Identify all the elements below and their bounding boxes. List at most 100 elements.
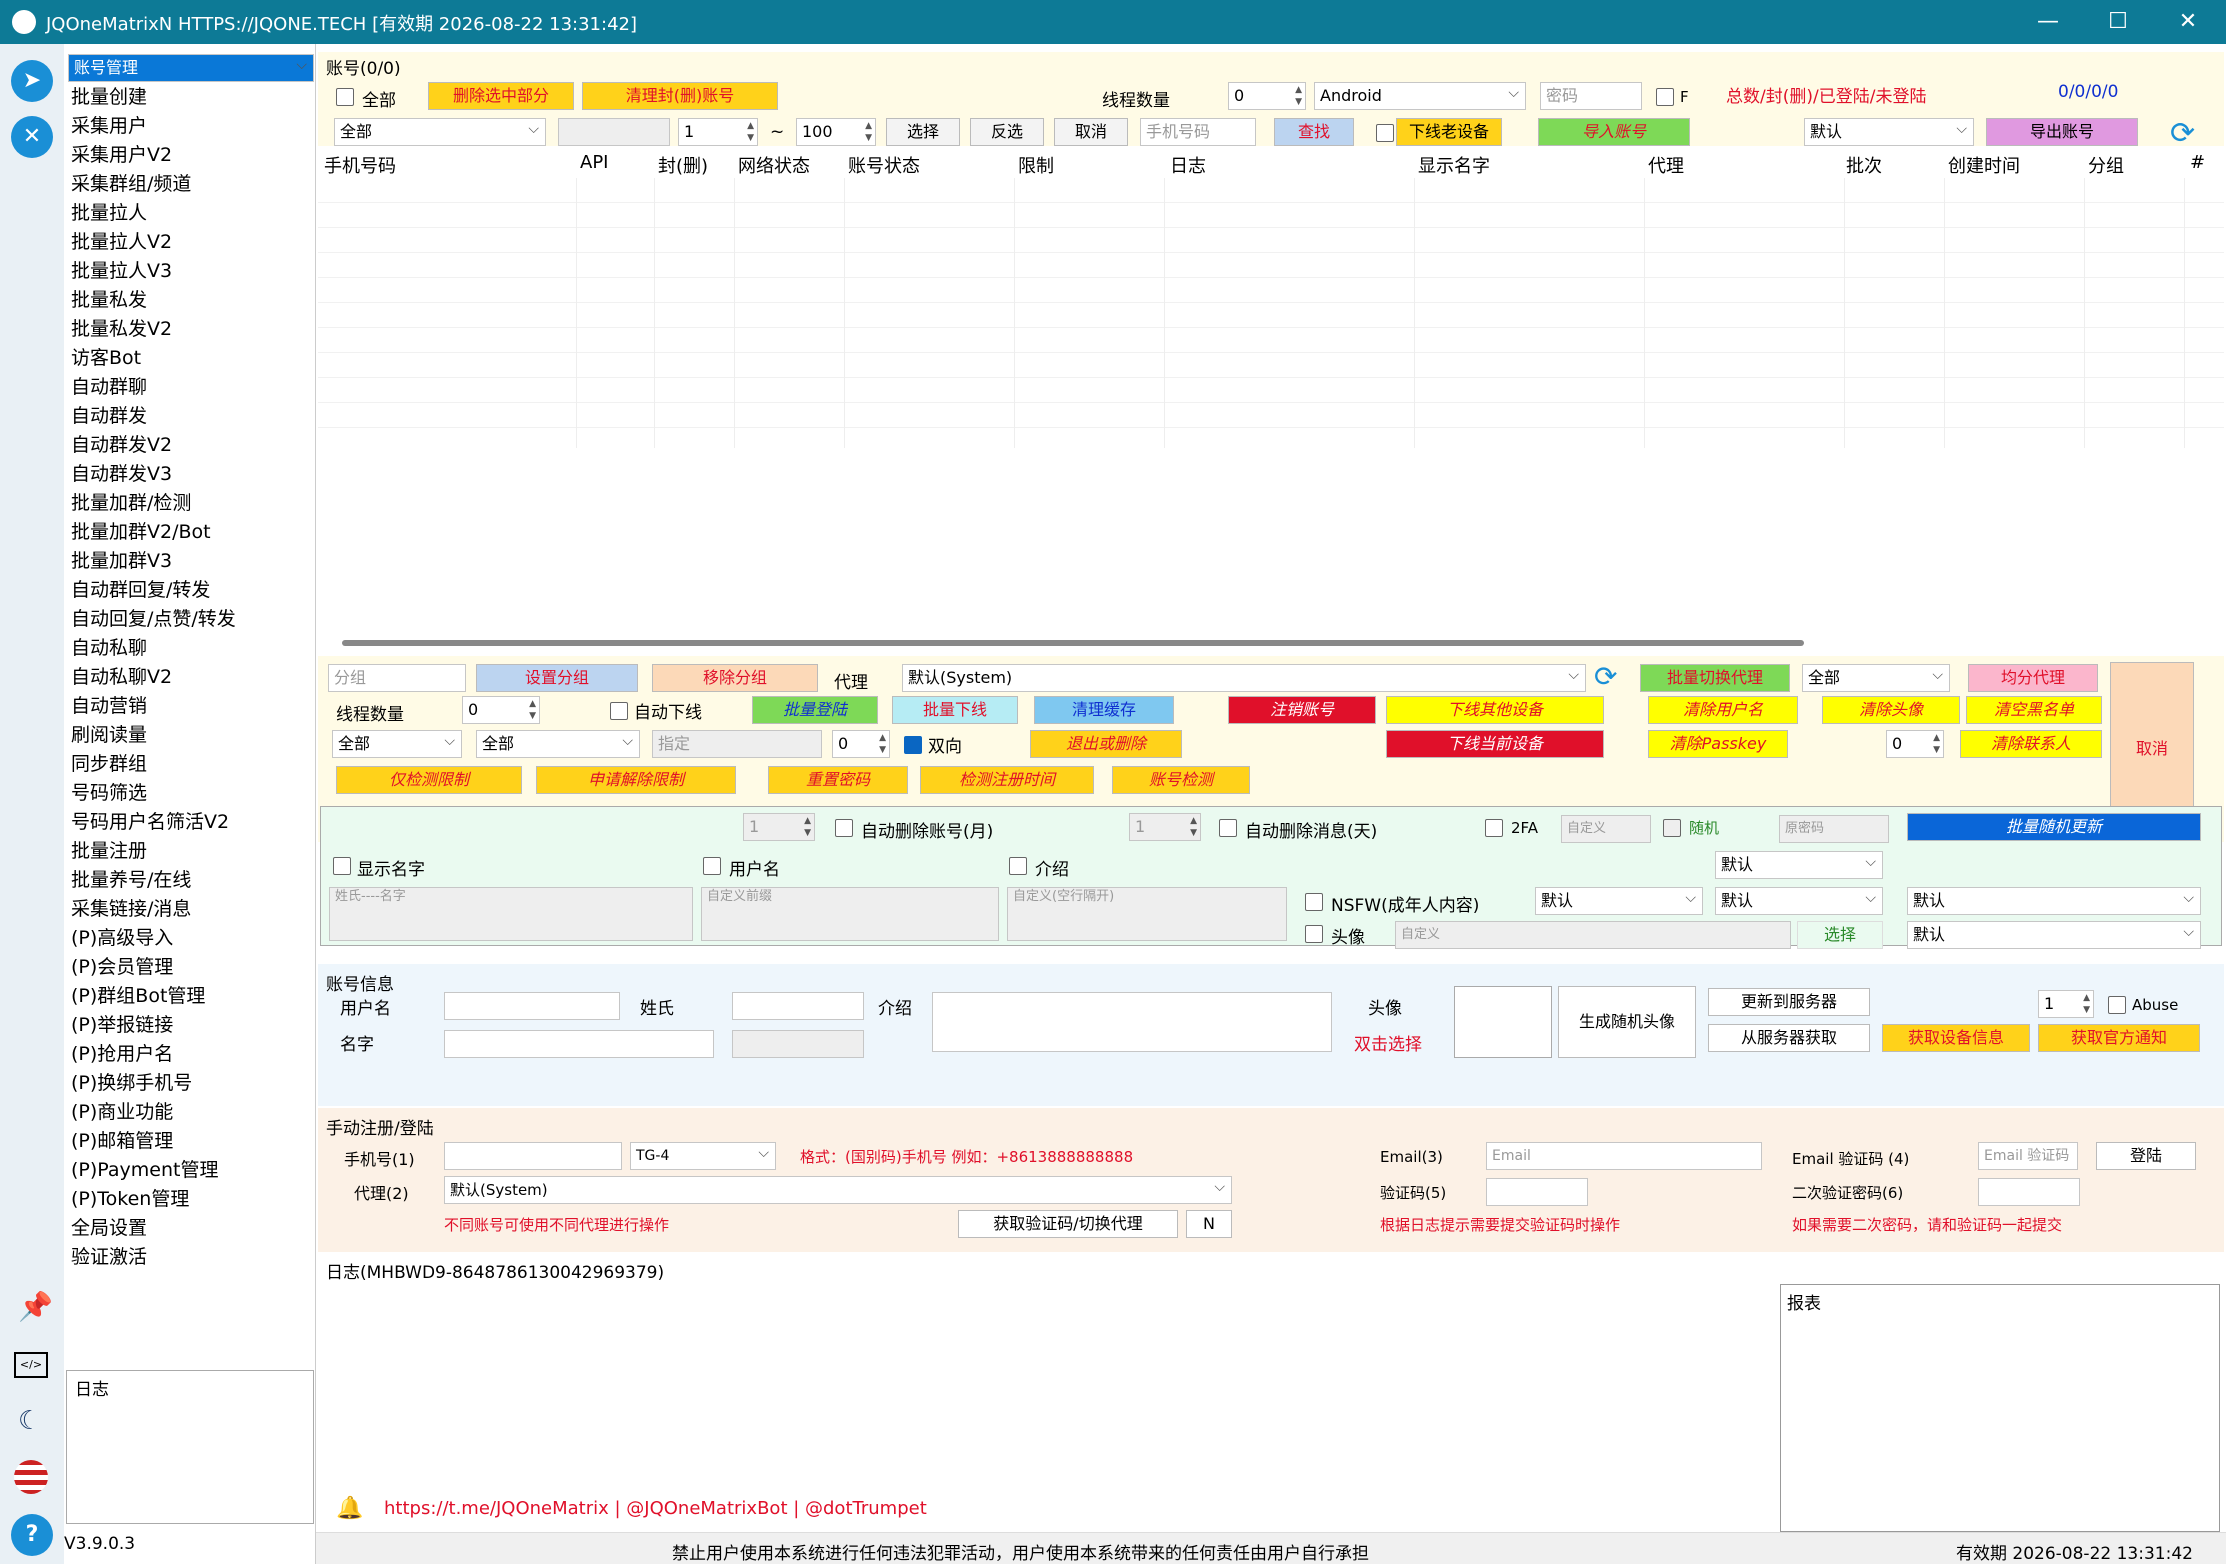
clear-contacts-button[interactable]: 清除联系人 bbox=[1960, 730, 2102, 758]
us-flag-icon[interactable] bbox=[14, 1460, 48, 1494]
offline-current-device-button[interactable]: 下线当前设备 bbox=[1386, 730, 1604, 758]
sidebar-item[interactable]: 号码筛选 bbox=[68, 779, 314, 807]
sidebar-item[interactable]: 批量私发 bbox=[68, 286, 314, 314]
clear-passkey-button[interactable]: 清除Passkey bbox=[1648, 730, 1788, 758]
group-input[interactable]: 分组 bbox=[328, 664, 466, 692]
code-input[interactable] bbox=[1486, 1178, 1588, 1206]
default-select-4[interactable]: 默认 bbox=[1907, 887, 2201, 915]
get-code-button[interactable]: 获取验证码/切换代理 bbox=[958, 1210, 1178, 1238]
code-icon[interactable]: </> bbox=[14, 1352, 48, 1378]
spin-input-zero-2[interactable]: 0 bbox=[1886, 730, 1944, 758]
info-bio-textarea[interactable] bbox=[932, 992, 1332, 1052]
phone-search-input[interactable]: 手机号码 bbox=[1140, 118, 1256, 146]
delete-selected-button[interactable]: 删除选中部分 bbox=[428, 82, 574, 110]
proxy-select[interactable]: 默认(System) bbox=[902, 664, 1586, 692]
sidebar-item[interactable]: 自动群发V3 bbox=[68, 460, 314, 488]
column-header[interactable]: 账号状态 bbox=[848, 152, 920, 178]
sidebar-item[interactable]: 全局设置 bbox=[68, 1214, 314, 1242]
exit-or-delete-button[interactable]: 退出或删除 bbox=[1030, 730, 1182, 758]
months-input[interactable]: 1 bbox=[743, 813, 815, 841]
sidebar-item[interactable]: 自动私聊 bbox=[68, 634, 314, 662]
column-header[interactable]: 手机号码 bbox=[324, 152, 396, 178]
minimize-button[interactable]: — bbox=[2018, 6, 2078, 38]
sidebar-item[interactable]: 采集链接/消息 bbox=[68, 895, 314, 923]
avatar-box[interactable] bbox=[1454, 986, 1552, 1058]
action-thread-input[interactable]: 0 bbox=[462, 696, 540, 724]
clear-username-button[interactable]: 清除用户名 bbox=[1648, 696, 1798, 724]
column-header[interactable]: 网络状态 bbox=[738, 152, 810, 178]
column-header[interactable]: 日志 bbox=[1170, 152, 1206, 178]
random-checkbox[interactable] bbox=[1663, 819, 1681, 837]
auto-offline-checkbox[interactable] bbox=[610, 702, 628, 720]
status-filter-select[interactable]: 全部 bbox=[334, 118, 546, 146]
name-textarea[interactable]: 姓氏----名字 bbox=[329, 887, 693, 941]
reset-password-button[interactable]: 重置密码 bbox=[768, 766, 908, 794]
get-device-info-button[interactable]: 获取设备信息 bbox=[1882, 1024, 2030, 1052]
moon-icon[interactable]: ☾ bbox=[18, 1406, 41, 1436]
n-button[interactable]: N bbox=[1186, 1210, 1232, 1238]
fetch-server-button[interactable]: 从服务器获取 bbox=[1708, 1024, 1870, 1052]
batch-offline-button[interactable]: 批量下线 bbox=[892, 696, 1018, 724]
clear-blacklist-button[interactable]: 清空黑名单 bbox=[1966, 696, 2102, 724]
proxy-refresh-icon[interactable]: ⟳ bbox=[1594, 660, 1617, 693]
two-way-checkbox[interactable] bbox=[904, 736, 922, 754]
footer-links[interactable]: https://t.me/JQOneMatrix | @JQOneMatrixB… bbox=[384, 1498, 927, 1519]
batch-login-button[interactable]: 批量登陆 bbox=[752, 696, 878, 724]
sidebar-item[interactable]: 自动回复/点赞/转发 bbox=[68, 605, 314, 633]
cancel-select-button[interactable]: 取消 bbox=[1054, 118, 1128, 146]
export-accounts-button[interactable]: 导出账号 bbox=[1986, 118, 2138, 146]
info-name-extra-input[interactable] bbox=[732, 1030, 864, 1058]
avatar-custom-input[interactable]: 自定义 bbox=[1395, 921, 1791, 949]
sidebar-item[interactable]: 刷阅读量 bbox=[68, 721, 314, 749]
info-spin-input[interactable]: 1 bbox=[2038, 990, 2094, 1018]
set-group-button[interactable]: 设置分组 bbox=[476, 664, 638, 692]
sidebar-item[interactable]: 自动群回复/转发 bbox=[68, 576, 314, 604]
table-horizontal-scrollbar[interactable] bbox=[342, 640, 1804, 646]
select-all-checkbox[interactable] bbox=[336, 88, 354, 106]
update-server-button[interactable]: 更新到服务器 bbox=[1708, 988, 1870, 1016]
username-checkbox[interactable] bbox=[703, 857, 721, 875]
default-select-5[interactable]: 默认 bbox=[1907, 921, 2201, 949]
sidebar-item[interactable]: 批量私发V2 bbox=[68, 315, 314, 343]
tools-icon[interactable]: ✕ bbox=[11, 116, 53, 158]
nsfw-checkbox[interactable] bbox=[1305, 893, 1323, 911]
sidebar-item[interactable]: 账号管理 bbox=[68, 54, 314, 82]
column-header[interactable]: API bbox=[580, 152, 608, 173]
offline-devices-checkbox[interactable] bbox=[1376, 124, 1394, 142]
sidebar-item[interactable]: 批量拉人 bbox=[68, 199, 314, 227]
email-input[interactable]: Email bbox=[1486, 1142, 1762, 1170]
sidebar-item[interactable]: 同步群组 bbox=[68, 750, 314, 778]
select-button[interactable]: 选择 bbox=[886, 118, 960, 146]
check-restrict-button[interactable]: 仅检测限制 bbox=[336, 766, 522, 794]
average-proxy-button[interactable]: 均分代理 bbox=[1968, 664, 2098, 692]
sidebar-item[interactable]: 批量创建 bbox=[68, 83, 314, 111]
auto-delete-msg-checkbox[interactable] bbox=[1219, 819, 1237, 837]
manual-proxy-select[interactable]: 默认(System) bbox=[444, 1176, 1232, 1204]
f-checkbox[interactable] bbox=[1656, 88, 1674, 106]
sidebar-item[interactable]: 采集用户V2 bbox=[68, 141, 314, 169]
info-name-input[interactable] bbox=[444, 1030, 714, 1058]
auto-delete-account-checkbox[interactable] bbox=[835, 819, 853, 837]
pin-icon[interactable]: 📌 bbox=[18, 1290, 53, 1323]
sidebar-item[interactable]: 自动私聊V2 bbox=[68, 663, 314, 691]
sidebar-item[interactable]: 批量拉人V3 bbox=[68, 257, 314, 285]
sidebar-item[interactable]: 自动群聊 bbox=[68, 373, 314, 401]
sidebar-item[interactable]: (P)换绑手机号 bbox=[68, 1069, 314, 1097]
batch-switch-proxy-button[interactable]: 批量切换代理 bbox=[1640, 664, 1790, 692]
sidebar-item[interactable]: 访客Bot bbox=[68, 344, 314, 372]
batch-random-update-button[interactable]: 批量随机更新 bbox=[1907, 813, 2201, 841]
thread-count-input[interactable]: 0 bbox=[1228, 82, 1306, 110]
bio-textarea[interactable]: 自定义(空行隔开) bbox=[1007, 887, 1287, 941]
column-header[interactable]: 显示名字 bbox=[1418, 152, 1490, 178]
twofa-input[interactable] bbox=[1978, 1178, 2080, 1206]
spin-input-zero[interactable]: 0 bbox=[832, 730, 890, 758]
offline-devices-label[interactable]: 下线老设备 bbox=[1396, 118, 1502, 146]
column-header[interactable]: 创建时间 bbox=[1948, 152, 2020, 178]
offline-other-devices-button[interactable]: 下线其他设备 bbox=[1386, 696, 1604, 724]
password-input[interactable]: 密码 bbox=[1540, 82, 1642, 110]
abuse-checkbox[interactable] bbox=[2108, 996, 2126, 1014]
sidebar-item[interactable]: 批量加群V2/Bot bbox=[68, 518, 314, 546]
import-accounts-button[interactable]: 导入账号 bbox=[1538, 118, 1690, 146]
tg-api-select[interactable]: TG-4 bbox=[630, 1142, 776, 1170]
proxy-scope-select[interactable]: 全部 bbox=[1802, 664, 1950, 692]
